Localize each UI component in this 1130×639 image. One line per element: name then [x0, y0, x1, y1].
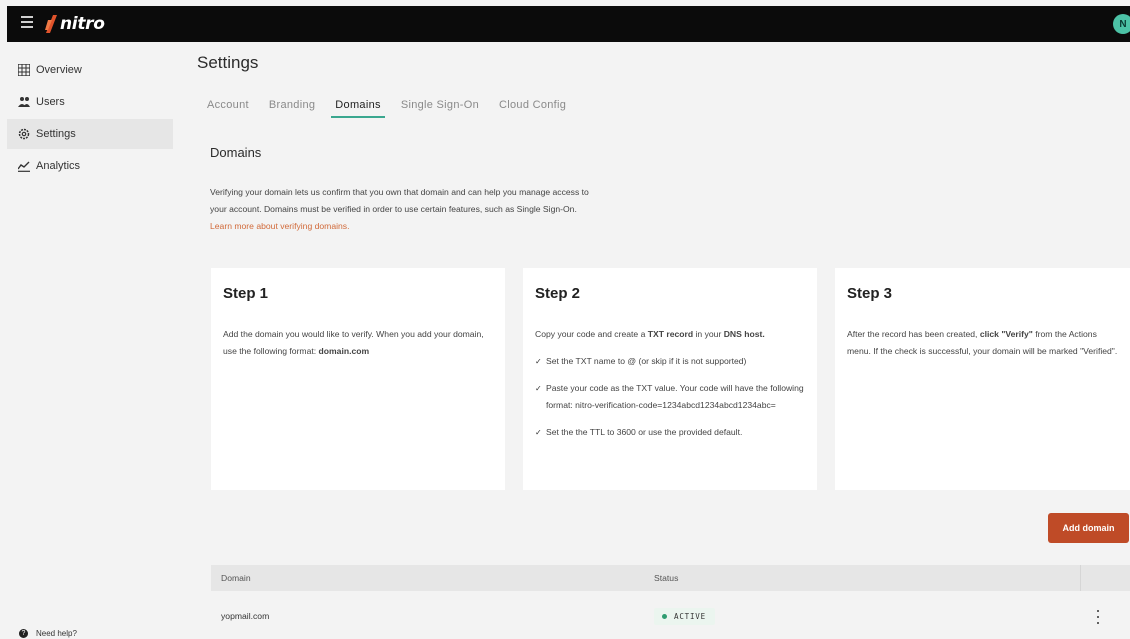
step-title: Step 1: [223, 285, 269, 302]
step-1-card: Step 1 Add the domain you would like to …: [211, 268, 505, 490]
nitro-logo[interactable]: nitro: [44, 12, 105, 36]
sidebar: Overview Users Settings Analytics ? Need…: [7, 42, 188, 639]
sidebar-item-settings[interactable]: Settings: [7, 119, 173, 149]
tab-account[interactable]: Account: [207, 99, 249, 118]
nitro-logo-mark-icon: [45, 15, 57, 33]
table-row[interactable]: yopmail.com ACTIVE: [211, 608, 1130, 639]
sidebar-item-label: Settings: [36, 128, 76, 140]
step-3-card: Step 3 After the record has been created…: [835, 268, 1130, 490]
page-title: Settings: [197, 53, 259, 72]
table-header: Domain Status: [211, 565, 1130, 591]
column-divider: [1080, 565, 1081, 591]
check-icon: ✓: [535, 357, 542, 366]
menu-icon[interactable]: [21, 16, 33, 28]
step-title: Step 3: [847, 285, 893, 302]
learn-more-link[interactable]: Learn more about verifying domains.: [210, 221, 350, 231]
sidebar-item-label: Analytics: [36, 160, 81, 172]
help-icon: ?: [19, 629, 28, 638]
check-icon: ✓: [535, 384, 542, 393]
tab-domains[interactable]: Domains: [331, 99, 385, 118]
intro-text: Verifying your domain lets us confirm th…: [210, 187, 589, 214]
grid-icon: [18, 64, 30, 76]
status-text: ACTIVE: [674, 612, 706, 621]
tab-single-sign-on[interactable]: Single Sign-On: [401, 99, 479, 118]
step-2-card: Step 2 Copy your code and create a TXT r…: [523, 268, 817, 490]
row-actions-menu-icon[interactable]: [1091, 610, 1105, 624]
gear-icon: [18, 128, 30, 140]
list-item: ✓ Set the TXT name to @ (or skip if it is…: [535, 353, 805, 370]
avatar[interactable]: N: [1113, 14, 1130, 34]
check-icon: ✓: [535, 428, 542, 437]
need-help-label: Need help?: [36, 629, 77, 638]
users-icon: [18, 97, 30, 107]
sidebar-item-users[interactable]: Users: [7, 87, 173, 117]
step-title: Step 2: [535, 285, 581, 302]
settings-tabs: Account Branding Domains Single Sign-On …: [207, 99, 586, 118]
column-header-domain[interactable]: Domain: [221, 573, 251, 583]
top-bar: nitro N: [7, 6, 1130, 42]
sidebar-item-analytics[interactable]: Analytics: [7, 151, 173, 181]
list-item: ✓ Set the the TTL to 3600 or use the prov…: [535, 424, 805, 441]
tab-branding[interactable]: Branding: [269, 99, 315, 118]
need-help-link[interactable]: ? Need help?: [19, 629, 77, 638]
step-2-bullets: ✓ Set the TXT name to @ (or skip if it is…: [535, 353, 805, 441]
step-text: Copy your code and create a TXT record i…: [535, 329, 765, 339]
sidebar-item-overview[interactable]: Overview: [7, 55, 173, 85]
chart-icon: [18, 161, 30, 172]
section-title: Domains: [210, 145, 262, 160]
tab-cloud-config[interactable]: Cloud Config: [499, 99, 566, 118]
brand-name: nitro: [60, 14, 105, 34]
step-text: After the record has been created, click…: [847, 329, 1118, 356]
column-header-status[interactable]: Status: [654, 573, 678, 583]
domain-cell: yopmail.com: [221, 611, 270, 621]
status-badge: ACTIVE: [654, 608, 715, 625]
step-text: Add the domain you would like to verify.…: [223, 329, 484, 356]
sidebar-item-label: Overview: [36, 64, 82, 76]
list-item: ✓ Paste your code as the TXT value. Your …: [535, 380, 805, 414]
sidebar-item-label: Users: [36, 96, 65, 108]
domains-intro: Verifying your domain lets us confirm th…: [210, 184, 590, 235]
add-domain-button[interactable]: Add domain: [1048, 513, 1129, 543]
status-dot-icon: [662, 614, 667, 619]
